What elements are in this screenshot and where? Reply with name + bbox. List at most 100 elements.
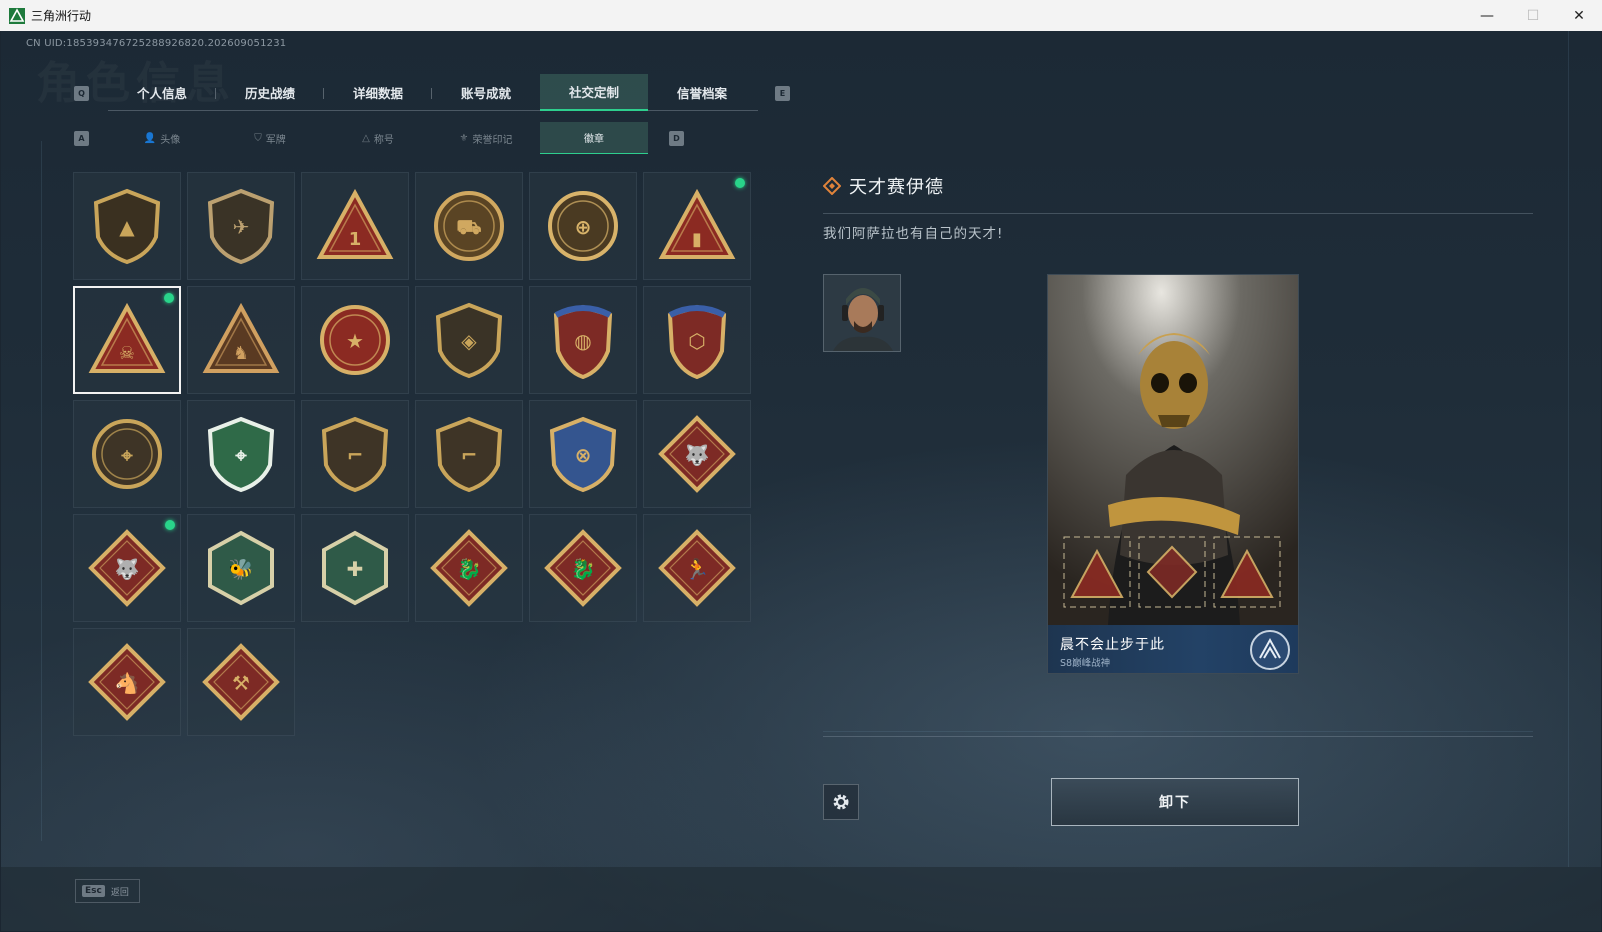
badge-hornet-hex-icon: 🐝 xyxy=(208,530,274,606)
subtab-label: 头像 xyxy=(160,134,181,146)
tab-1[interactable]: 历史战绩 xyxy=(216,74,324,111)
card-name: 晨不会止步于此 xyxy=(1060,637,1165,653)
title-icon: △ xyxy=(362,132,370,144)
operator-portrait xyxy=(823,274,901,352)
badge-cell[interactable]: ⌐ xyxy=(301,400,409,508)
badge-crosshair-soldier-icon: ⌖ xyxy=(92,419,162,489)
window-controls: — ☐ ✕ xyxy=(1464,0,1602,31)
badge-cell[interactable]: 🐉 xyxy=(529,514,637,622)
badge-cell[interactable]: ⚒ xyxy=(187,628,295,736)
badge-blue-gold-shield-icon: ⊗ xyxy=(549,416,617,493)
subtab-1[interactable]: ⛉ 军牌 xyxy=(216,122,324,154)
badge-cell[interactable]: ⌖ xyxy=(73,400,181,508)
subtab-prev-key[interactable]: A xyxy=(74,131,89,146)
svg-text:🐴: 🐴 xyxy=(115,671,140,695)
svg-text:⌐: ⌐ xyxy=(347,443,364,467)
badge-cell[interactable]: 🏃 xyxy=(643,514,751,622)
svg-text:★: ★ xyxy=(346,329,364,353)
minimize-button[interactable]: — xyxy=(1464,0,1510,31)
tab-label: 详细数据 xyxy=(352,86,403,101)
svg-text:⌐: ⌐ xyxy=(461,443,478,467)
subtab-next-key[interactable]: D xyxy=(669,131,684,146)
subtab-label: 称号 xyxy=(373,134,394,146)
operator-card-preview: 晨不会止步于此 S8巅峰战神 xyxy=(1047,274,1299,674)
badge-cell[interactable]: ◈ xyxy=(415,286,523,394)
person-icon: 👤 xyxy=(143,132,157,144)
badge-cell[interactable]: ▮ xyxy=(643,172,751,280)
svg-text:⛟: ⛟ xyxy=(456,215,481,239)
badge-squad-triangle-icon: ♞ xyxy=(202,302,280,373)
subtab-4[interactable]: 徽章 xyxy=(540,122,648,154)
tab-0[interactable]: 个人信息 xyxy=(108,74,216,111)
badge-wolf-red-icon: 🐺 xyxy=(658,415,736,493)
badge-cell[interactable]: ✚ xyxy=(301,514,409,622)
subtab-3[interactable]: ⚜ 荣誉印记 xyxy=(432,122,540,154)
subtab-label: 军牌 xyxy=(265,134,286,146)
badge-delta-shield-icon: ▲ xyxy=(93,188,161,265)
gear-icon xyxy=(833,794,849,810)
badge-cell[interactable]: 1 xyxy=(301,172,409,280)
badge-title: 天才赛伊德 xyxy=(849,177,944,198)
badge-delta-force-2026-icon: ⊕ xyxy=(548,191,618,261)
badge-medic-hex-icon: ✚ xyxy=(322,530,388,606)
svg-text:🐺: 🐺 xyxy=(115,557,140,581)
svg-text:🐉: 🐉 xyxy=(571,557,596,581)
badge-delta-force-tank-icon: ⛟ xyxy=(434,191,504,261)
badge-crest-hex-icon: ⬡ xyxy=(667,304,727,379)
svg-text:⌖: ⌖ xyxy=(120,443,133,467)
badge-cell[interactable]: 🐺 xyxy=(643,400,751,508)
badge-cell[interactable]: ⌖ xyxy=(187,400,295,508)
subtab-label: 徽章 xyxy=(584,134,604,145)
tab-next-key[interactable]: E xyxy=(775,86,790,101)
svg-text:🐉: 🐉 xyxy=(457,557,482,581)
tab-label: 个人信息 xyxy=(136,86,187,101)
subtab-0[interactable]: 👤 头像 xyxy=(108,122,216,154)
tab-2[interactable]: 详细数据 xyxy=(324,74,432,111)
tab-prev-key[interactable]: Q xyxy=(74,86,89,101)
badge-cell[interactable]: ★ xyxy=(301,286,409,394)
tab-label: 账号成就 xyxy=(460,86,511,101)
svg-text:♞: ♞ xyxy=(233,343,249,364)
close-button[interactable]: ✕ xyxy=(1556,0,1602,31)
badge-cell[interactable]: ☠ xyxy=(73,286,181,394)
badge-cell[interactable]: ♞ xyxy=(187,286,295,394)
card-nameplate: 晨不会止步于此 S8巅峰战神 xyxy=(1048,625,1298,673)
window-titlebar: 三角洲行动 — ☐ ✕ xyxy=(0,0,1602,31)
settings-button[interactable] xyxy=(823,784,859,820)
badge-dragon-red-icon: 🐉 xyxy=(430,529,508,607)
svg-text:✈: ✈ xyxy=(233,215,250,239)
badge-cell[interactable]: 🐉 xyxy=(415,514,523,622)
svg-text:▲: ▲ xyxy=(119,215,135,239)
badge-cell[interactable]: ⛟ xyxy=(415,172,523,280)
maximize-button[interactable]: ☐ xyxy=(1510,0,1556,31)
badge-cell[interactable]: ⌐ xyxy=(415,400,523,508)
badge-cell[interactable]: 🐝 xyxy=(187,514,295,622)
deco-line xyxy=(1568,31,1569,867)
badge-dragon-red-2-icon: 🐉 xyxy=(544,529,622,607)
new-indicator xyxy=(735,178,745,188)
badge-cell[interactable]: 🐴 xyxy=(73,628,181,736)
tab-label: 历史战绩 xyxy=(244,86,295,101)
badge-cell[interactable]: 🐺 xyxy=(73,514,181,622)
tab-3[interactable]: 账号成就 xyxy=(432,74,540,111)
app-logo-icon xyxy=(9,7,25,24)
badge-cell[interactable]: ✈ xyxy=(187,172,295,280)
badge-cell[interactable]: ▲ xyxy=(73,172,181,280)
svg-text:🏃: 🏃 xyxy=(685,557,710,581)
tab-4[interactable]: 社交定制 xyxy=(540,74,648,111)
badge-cell[interactable]: ⬡ xyxy=(643,286,751,394)
badge-cell[interactable]: ⊗ xyxy=(529,400,637,508)
badge-helicopter-icon: ✈ xyxy=(207,188,275,265)
svg-text:⬡: ⬡ xyxy=(688,329,705,353)
unequip-button[interactable]: 卸下 xyxy=(1051,778,1299,826)
badge-cell[interactable]: ◍ xyxy=(529,286,637,394)
tab-label: 社交定制 xyxy=(568,85,619,100)
card-subtitle: S8巅峰战神 xyxy=(1060,658,1111,669)
svg-text:☠: ☠ xyxy=(119,343,135,364)
badge-cell[interactable]: ⊕ xyxy=(529,172,637,280)
svg-text:⊗: ⊗ xyxy=(575,443,592,467)
tab-5[interactable]: 信誉档案 xyxy=(648,74,756,111)
subtab-2[interactable]: △ 称号 xyxy=(324,122,432,154)
badge-star-medal-icon: ★ xyxy=(320,305,390,375)
back-button[interactable]: Esc 返回 xyxy=(75,879,140,903)
